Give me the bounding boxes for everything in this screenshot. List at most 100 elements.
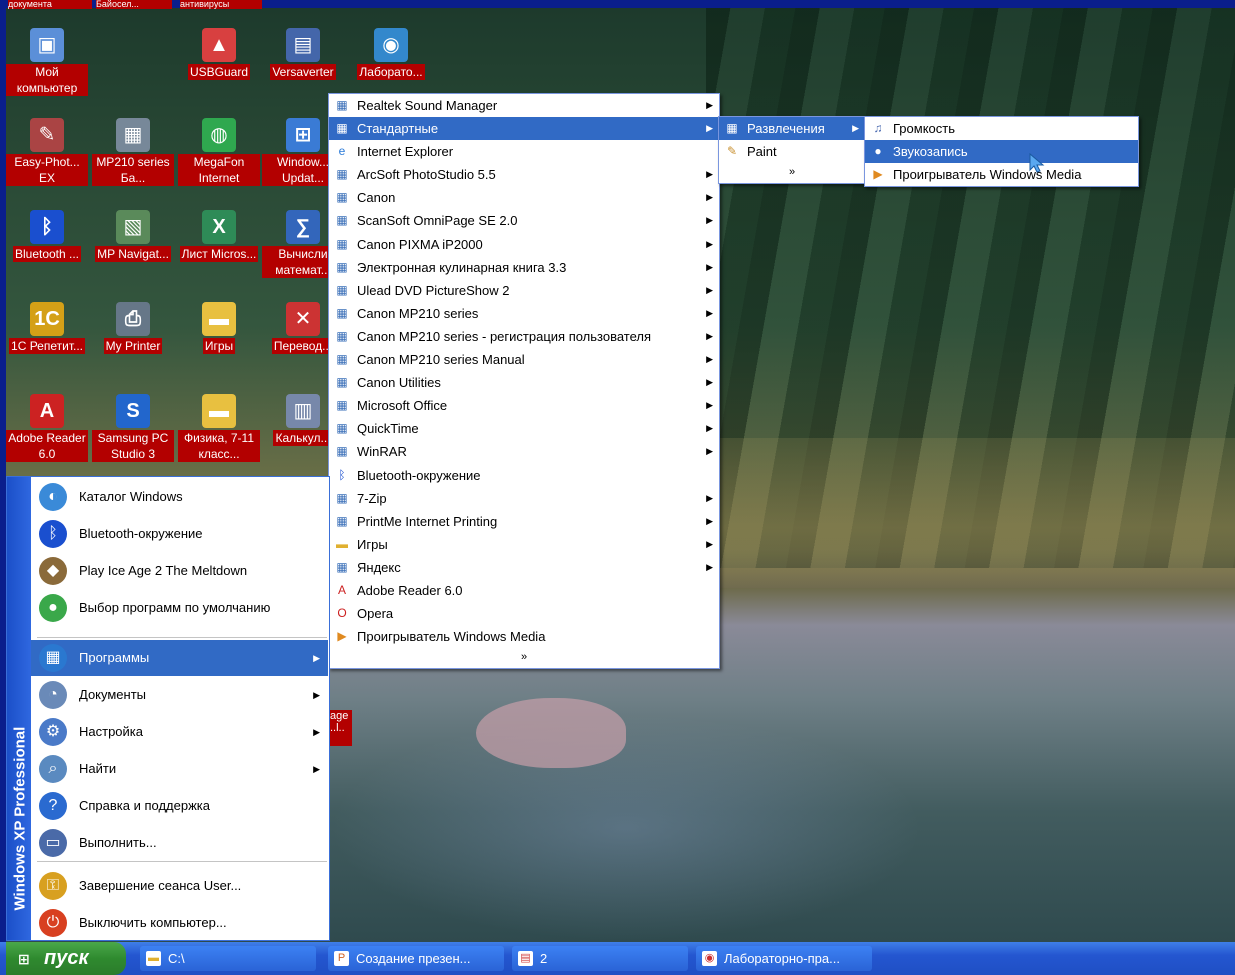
desktop-icon[interactable]: S Samsung PC Studio 3: [92, 394, 174, 484]
submenu-arrow-icon: ▶: [706, 284, 713, 295]
usb-guard-icon: ▲: [202, 28, 236, 62]
menu-item[interactable]: ▦ Canon PIXMA iP2000 ▶: [329, 233, 719, 256]
submenu-arrow-icon: ▶: [706, 330, 713, 341]
programs-icon: ▦: [39, 644, 67, 672]
menu-item[interactable]: ▦ Электронная кулинарная книга 3.3 ▶: [329, 256, 719, 279]
menu-item[interactable]: ▦ Realtek Sound Manager ▶: [329, 94, 719, 117]
menu-item[interactable]: ▦ Canon MP210 series ▶: [329, 302, 719, 325]
taskbar-button[interactable]: ▬ C:\: [140, 946, 316, 971]
expand-chevron-icon[interactable]: »: [719, 163, 865, 183]
folder-program-icon: ▦: [336, 121, 348, 136]
start-menu-item[interactable]: ⏻ Выключить компьютер...: [31, 905, 328, 941]
start-button[interactable]: ⊞ пуск: [6, 942, 126, 975]
menu-item[interactable]: ᛒ Bluetooth-окружение: [329, 464, 719, 487]
start-menu-item[interactable]: ⚙ Настройка ▶: [31, 714, 328, 750]
start-menu-item[interactable]: ᛒ Bluetooth-окружение: [31, 516, 328, 552]
desktop-icon-label: Versaverter: [270, 64, 336, 80]
lab-icon: ◉: [374, 28, 408, 62]
menu-item[interactable]: ▦ Canon Utilities ▶: [329, 371, 719, 394]
help-icon: ?: [39, 792, 67, 820]
desktop-icon[interactable]: 1С 1С Репетит...: [6, 302, 88, 392]
menu-item[interactable]: ✎ Paint: [719, 140, 865, 163]
mp-navigator-icon: ▧: [116, 210, 150, 244]
desktop-icon[interactable]: ⎙ My Printer: [92, 302, 174, 392]
start-menu-item[interactable]: ◔ Документы ▶: [31, 677, 328, 713]
menu-item[interactable]: ♫ Громкость: [865, 117, 1138, 140]
menu-item[interactable]: O Opera: [329, 602, 719, 625]
calculator-icon: ▥: [286, 394, 320, 428]
start-menu-item-label: Выбор программ по умолчанию: [79, 600, 271, 615]
menu-item[interactable]: ▦ Canon ▶: [329, 186, 719, 209]
menu-item-label: WinRAR: [357, 444, 407, 460]
desktop-icon[interactable]: ▬ Физика, 7-11 класс...: [178, 394, 260, 484]
programs-menu: ▦ Realtek Sound Manager ▶ ▦ Стандартные ▶ e Int…: [328, 93, 720, 670]
menu-item[interactable]: ▬ Игры ▶: [329, 533, 719, 556]
menu-item[interactable]: ▦ Microsoft Office ▶: [329, 394, 719, 417]
menu-item[interactable]: e Internet Explorer: [329, 140, 719, 163]
desktop-icon[interactable]: ᛒ Bluetooth ...: [6, 210, 88, 300]
start-menu-item[interactable]: ⚿ Завершение сеанса User...: [31, 868, 328, 904]
menu-item[interactable]: ▦ Стандартные ▶: [329, 117, 719, 141]
expand-chevron-icon[interactable]: »: [329, 648, 719, 668]
menu-item[interactable]: A Adobe Reader 6.0: [329, 579, 719, 602]
menu-item[interactable]: ▶ Проигрыватель Windows Media: [329, 625, 719, 648]
menu-item[interactable]: ▦ ScanSoft OmniPage SE 2.0 ▶: [329, 209, 719, 232]
desktop-icon[interactable]: ▧ MP Navigat...: [92, 210, 174, 300]
menu-item[interactable]: ▦ Развлечения ▶: [719, 117, 865, 141]
mouse-cursor-icon: [1029, 152, 1045, 173]
menu-item[interactable]: ▦ Яндекс ▶: [329, 556, 719, 579]
windows-flag-icon: ⊞: [18, 951, 30, 967]
start-menu-item[interactable]: ▦ Программы ▶: [31, 640, 328, 676]
submenu-arrow-icon: ▶: [313, 764, 320, 774]
desktop-icon[interactable]: ✎ Easy-Phot... EX: [6, 118, 88, 208]
bluetooth-icon: ᛒ: [338, 467, 346, 482]
start-menu-side-strip: Windows XP Professional: [7, 477, 31, 940]
submenu-arrow-icon: ▶: [706, 238, 713, 249]
desktop-icon[interactable]: ▬ Игры: [178, 302, 260, 392]
menu-item[interactable]: ▦ 7-Zip ▶: [329, 487, 719, 510]
desktop-icon[interactable]: A Adobe Reader 6.0: [6, 394, 88, 484]
folder-program-icon: ▦: [336, 398, 348, 413]
desktop-icon[interactable]: X Лист Micros...: [178, 210, 260, 300]
submenu-arrow-icon: ▶: [706, 192, 713, 203]
start-menu-item[interactable]: ? Справка и поддержка: [31, 788, 328, 824]
menu-item[interactable]: ▦ Canon MP210 series - регистрация пользо…: [329, 325, 719, 348]
submenu-arrow-icon: ▶: [706, 169, 713, 180]
taskbar-button[interactable]: ◉ Лабораторно-пра...: [696, 946, 872, 971]
versaverter-icon: ▤: [286, 28, 320, 62]
elk-reflection: [476, 698, 626, 768]
desktop-icon-label: Лист Micros...: [179, 246, 259, 262]
start-menu-item[interactable]: ◐ Каталог Windows: [31, 479, 328, 515]
menu-item[interactable]: ▦ WinRAR ▶: [329, 440, 719, 463]
desktop-icon[interactable]: ▲ USBGuard: [178, 28, 260, 118]
menu-item[interactable]: ▦ QuickTime ▶: [329, 417, 719, 440]
desktop-icon[interactable]: ▦ MP210 series Ба...: [92, 118, 174, 208]
run-icon: ▭: [39, 829, 67, 857]
folder-program-icon: ▦: [336, 328, 348, 343]
desktop-icon[interactable]: ◍ MegaFon Internet: [178, 118, 260, 208]
taskbar-button[interactable]: P Создание презен...: [328, 946, 504, 971]
submenu-arrow-icon: ▶: [313, 653, 320, 663]
menu-item[interactable]: ▦ Ulead DVD PictureShow 2 ▶: [329, 279, 719, 302]
printer-icon: ▦: [116, 118, 150, 152]
menu-item[interactable]: ▦ Canon MP210 series Manual ▶: [329, 348, 719, 371]
taskbar-button[interactable]: ▤ 2: [512, 946, 688, 971]
sound-recorder-icon: ●: [874, 144, 882, 159]
shutdown-icon: ⏻: [39, 909, 67, 937]
start-menu-item[interactable]: ▭ Выполнить...: [31, 825, 328, 861]
menu-item-label: PrintMe Internet Printing: [357, 513, 498, 529]
start-menu-item[interactable]: ● Выбор программ по умолчанию: [31, 590, 328, 626]
settings-icon: ⚙: [39, 718, 67, 746]
desktop-icon-label: MegaFon Internet: [178, 154, 260, 186]
menu-item[interactable]: ▶ Проигрыватель Windows Media: [865, 163, 1138, 186]
desktop-icon[interactable]: ▣ Мой компьютер: [6, 28, 88, 118]
menu-item-label: Canon PIXMA iP2000: [357, 236, 483, 252]
menu-item[interactable]: ● Звукозапись: [865, 140, 1138, 164]
menu-item-label: Canon MP210 series: [357, 305, 479, 321]
accessories-menu: ▦ Развлечения ▶ ✎ Paint »: [718, 116, 866, 185]
menu-item[interactable]: ▦ PrintMe Internet Printing ▶: [329, 510, 719, 533]
start-menu-item[interactable]: ⌕ Найти ▶: [31, 751, 328, 787]
start-menu-item[interactable]: ◆ Play Ice Age 2 The Meltdown: [31, 553, 328, 589]
menu-item[interactable]: ▦ ArcSoft PhotoStudio 5.5 ▶: [329, 163, 719, 186]
folder-program-icon: ▦: [336, 421, 348, 436]
